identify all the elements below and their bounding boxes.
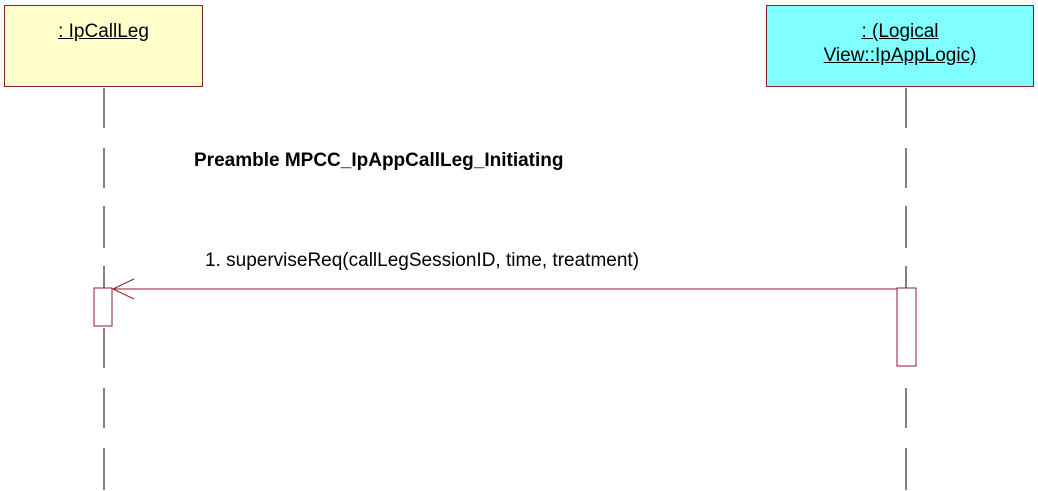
preamble-note: Preamble MPCC_IpAppCallLeg_Initiating <box>194 150 564 171</box>
lifeline-ipcallleg: : IpCallLeg <box>4 5 203 87</box>
activation-right <box>896 287 917 367</box>
lifeline-ipapplogic: : (Logical View::IpAppLogic) <box>766 5 1034 87</box>
lifeline-ipapplogic-name: : (Logical View::IpAppLogic) <box>823 21 977 66</box>
lifeline-ipcallleg-name: : IpCallLeg <box>58 21 149 42</box>
message-label-supervisereq: 1. superviseReq(callLegSessionID, time, … <box>205 250 640 271</box>
activation-left <box>93 287 113 327</box>
